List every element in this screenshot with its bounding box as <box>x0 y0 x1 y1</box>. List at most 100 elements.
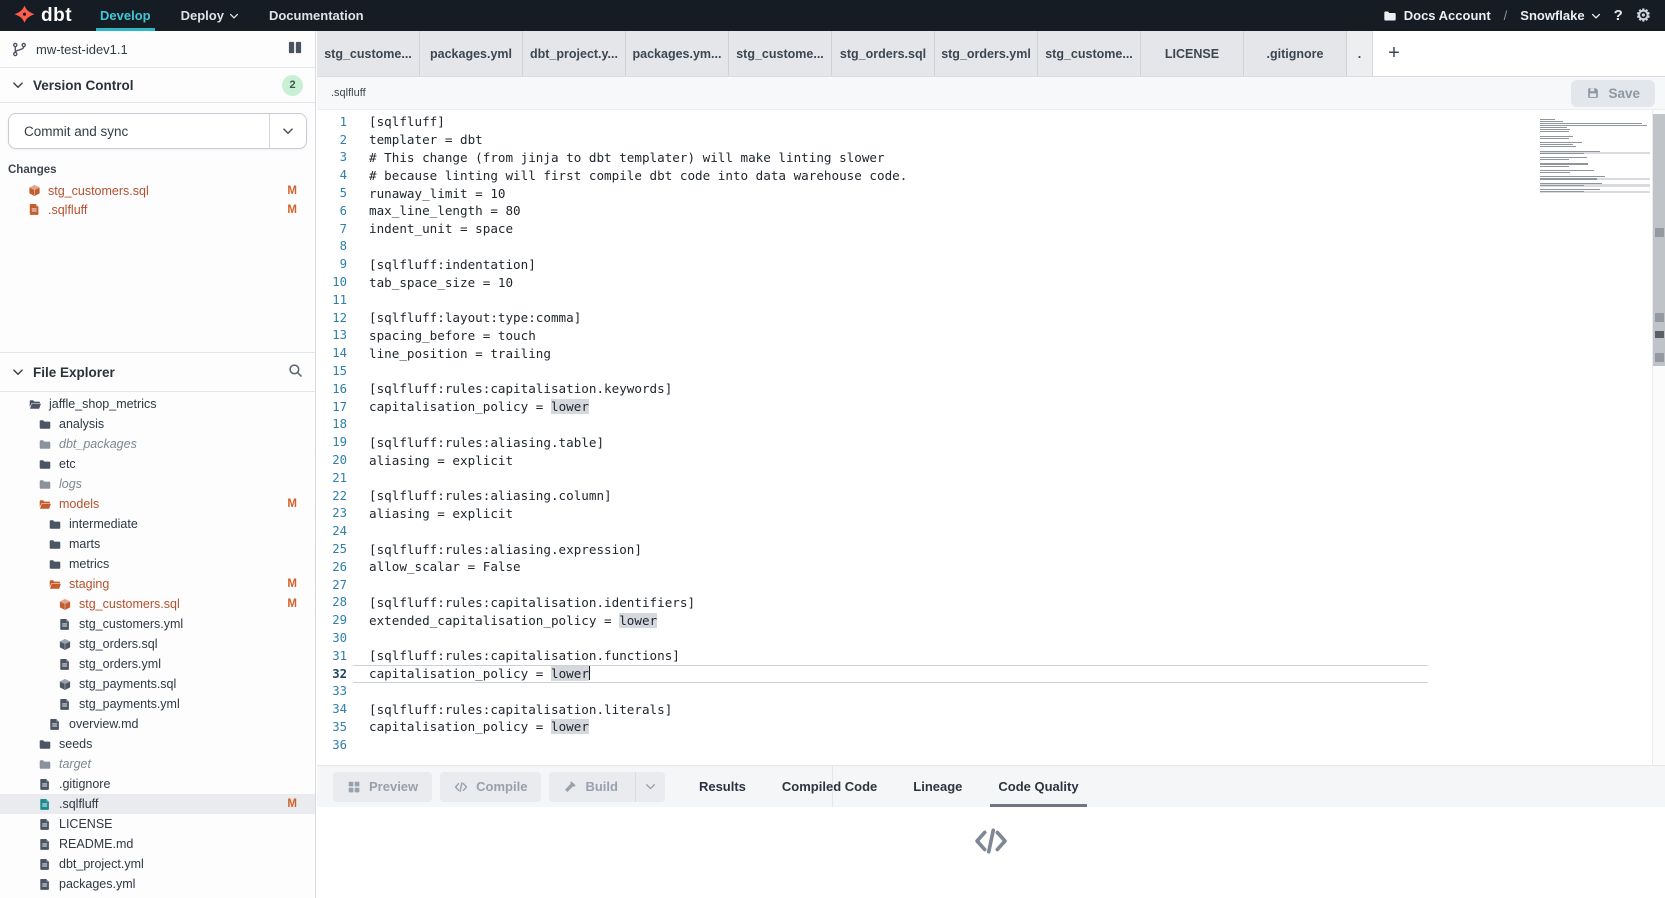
file-tree-item[interactable]: logs <box>0 474 315 494</box>
editor-tab[interactable]: stg_custome... <box>1038 31 1141 76</box>
editor-tab[interactable]: stg_orders.sql <box>832 31 935 76</box>
dbt-logo[interactable]: dbt <box>14 5 72 27</box>
version-control-header[interactable]: Version Control 2 <box>0 67 315 103</box>
result-tab[interactable]: Code Quality <box>998 766 1078 807</box>
file-tree-item[interactable]: stg_payments.yml <box>0 694 315 714</box>
file-tree-item[interactable]: stg_orders.sql <box>0 634 315 654</box>
code-line[interactable]: 29 extended_capitalisation_policy = lowe… <box>317 611 1652 629</box>
file-explorer-header[interactable]: File Explorer <box>0 352 315 392</box>
code-line[interactable]: 35 capitalisation_policy = lower <box>317 718 1652 736</box>
code-line[interactable]: 14 line_position = trailing <box>317 344 1652 362</box>
file-tree-item[interactable]: etc <box>0 454 315 474</box>
code-line[interactable]: 34 [sqlfluff:rules:capitalisation.litera… <box>317 700 1652 718</box>
code-line[interactable]: 25 [sqlfluff:rules:aliasing.expression] <box>317 540 1652 558</box>
editor-tab[interactable]: stg_custome... <box>317 31 420 76</box>
file-tree-item[interactable]: dbt_project.yml <box>0 854 315 874</box>
code-line[interactable]: 11 <box>317 291 1652 309</box>
file-tree-item[interactable]: marts <box>0 534 315 554</box>
code-line[interactable]: 7 indent_unit = space <box>317 220 1652 238</box>
search-icon[interactable] <box>288 363 303 381</box>
code-line[interactable]: 15 <box>317 362 1652 380</box>
changed-file-row[interactable]: .sqlfluff M <box>0 200 315 219</box>
file-tree-item[interactable]: stg_orders.yml <box>0 654 315 674</box>
editor-scrollbar[interactable] <box>1652 110 1665 765</box>
code-line[interactable]: 36 <box>317 736 1652 754</box>
code-line[interactable]: 2 templater = dbt <box>317 131 1652 149</box>
result-tab[interactable]: Results <box>699 766 746 807</box>
editor-tab[interactable]: packages.ym... <box>626 31 729 76</box>
code-editor[interactable]: 1 [sqlfluff] 2 templater = dbt 3 # This … <box>317 110 1665 765</box>
file-tree-item[interactable]: overview.md <box>0 714 315 734</box>
code-line[interactable]: 19 [sqlfluff:rules:aliasing.table] <box>317 433 1652 451</box>
editor-tab[interactable]: .gitignore <box>1244 31 1347 76</box>
code-line[interactable]: 1 [sqlfluff] <box>317 113 1652 131</box>
code-line[interactable]: 9 [sqlfluff:indentation] <box>317 255 1652 273</box>
code-line[interactable]: 4 # because linting will first compile d… <box>317 166 1652 184</box>
new-tab-button[interactable]: + <box>1373 31 1415 76</box>
action-button[interactable]: Compile <box>440 772 541 802</box>
editor-tab[interactable]: stg_orders.yml <box>935 31 1038 76</box>
code-line[interactable]: 18 <box>317 416 1652 434</box>
file-tree-item[interactable]: .gitignore <box>0 774 315 794</box>
file-tree-item[interactable]: packages.yml <box>0 874 315 894</box>
file-tree-item[interactable]: stg_customers.yml <box>0 614 315 634</box>
file-tree-item[interactable]: LICENSE <box>0 814 315 834</box>
editor-tab[interactable]: packages.yml <box>420 31 523 76</box>
code-line[interactable]: 24 <box>317 522 1652 540</box>
code-line[interactable]: 8 <box>317 238 1652 256</box>
code-line[interactable]: 10 tab_space_size = 10 <box>317 273 1652 291</box>
code-line[interactable]: 3 # This change (from jinja to dbt templ… <box>317 149 1652 167</box>
help-button[interactable]: ? <box>1614 7 1623 24</box>
nav-item[interactable]: Develop <box>100 0 151 31</box>
file-tree-item[interactable]: README.md <box>0 834 315 854</box>
file-tree-item[interactable]: stg_customers.sql M <box>0 594 315 614</box>
file-tree-item[interactable]: .sqlfluff M <box>0 794 315 814</box>
code-line[interactable]: 28 [sqlfluff:rules:capitalisation.identi… <box>317 594 1652 612</box>
editor-tab[interactable]: LICENSE <box>1141 31 1244 76</box>
file-tree-item[interactable]: models M <box>0 494 315 514</box>
result-tab[interactable]: Compiled Code <box>782 766 877 807</box>
code-line[interactable]: 30 <box>317 629 1652 647</box>
code-line[interactable]: 23 aliasing = explicit <box>317 505 1652 523</box>
nav-item[interactable]: Documentation <box>269 0 364 31</box>
panel-columns-icon[interactable] <box>287 40 303 58</box>
file-tree-item[interactable]: stg_payments.sql <box>0 674 315 694</box>
build-options-toggle[interactable] <box>635 772 665 802</box>
editor-tab[interactable]: stg_custome... <box>729 31 832 76</box>
action-button[interactable]: Preview <box>333 772 432 802</box>
code-line[interactable]: 33 <box>317 683 1652 701</box>
changed-file-row[interactable]: stg_customers.sql M <box>0 181 315 200</box>
nav-item[interactable]: Deploy <box>181 0 239 31</box>
commit-options-toggle[interactable] <box>269 114 306 148</box>
settings-gear-icon[interactable]: ⚙ <box>1636 7 1651 24</box>
code-line[interactable]: 6 max_line_length = 80 <box>317 202 1652 220</box>
code-line[interactable]: 17 capitalisation_policy = lower <box>317 398 1652 416</box>
file-tree-item[interactable]: metrics <box>0 554 315 574</box>
editor-tab[interactable]: dbt_project.y... <box>523 31 626 76</box>
file-tree-item[interactable]: dbt_packages <box>0 434 315 454</box>
code-line[interactable]: 13 spacing_before = touch <box>317 327 1652 345</box>
code-line[interactable]: 12 [sqlfluff:layout:type:comma] <box>317 309 1652 327</box>
file-tree-item[interactable]: intermediate <box>0 514 315 534</box>
code-line[interactable]: 5 runaway_limit = 10 <box>317 184 1652 202</box>
file-tree-item[interactable]: staging M <box>0 574 315 594</box>
minimap[interactable] <box>1540 118 1650 195</box>
commit-and-sync-button[interactable]: Commit and sync <box>8 113 307 149</box>
code-line[interactable]: 32 capitalisation_policy = lower <box>317 665 1652 683</box>
scrollbar-thumb[interactable] <box>1653 114 1665 366</box>
code-line[interactable]: 22 [sqlfluff:rules:aliasing.column] <box>317 487 1652 505</box>
file-tree-item[interactable]: jaffle_shop_metrics <box>0 394 315 414</box>
action-button[interactable]: Build <box>549 772 665 802</box>
save-button[interactable]: Save <box>1571 80 1655 107</box>
file-tree-item[interactable]: analysis <box>0 414 315 434</box>
file-tree-item[interactable]: target <box>0 754 315 774</box>
code-line[interactable]: 27 <box>317 576 1652 594</box>
code-line[interactable]: 20 aliasing = explicit <box>317 451 1652 469</box>
code-line[interactable]: 31 [sqlfluff:rules:capitalisation.functi… <box>317 647 1652 665</box>
file-tree-item[interactable]: seeds <box>0 734 315 754</box>
account-selector[interactable]: Docs Account <box>1383 8 1491 23</box>
connection-selector[interactable]: Snowflake <box>1520 8 1600 23</box>
code-line[interactable]: 16 [sqlfluff:rules:capitalisation.keywor… <box>317 380 1652 398</box>
code-line[interactable]: 26 allow_scalar = False <box>317 558 1652 576</box>
code-line[interactable]: 21 <box>317 469 1652 487</box>
